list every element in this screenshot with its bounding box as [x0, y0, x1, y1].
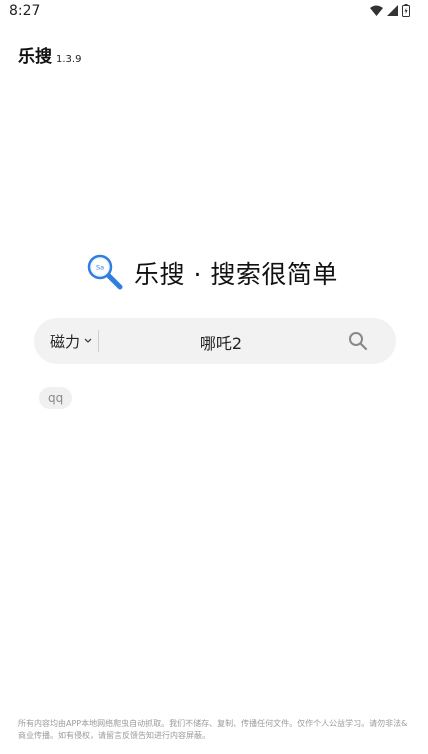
app-version: 1.3.9 [56, 54, 82, 65]
history-chip[interactable]: qq [39, 387, 73, 409]
search-icon[interactable] [348, 331, 368, 351]
search-history: qq [39, 387, 73, 409]
search-divider [98, 330, 99, 352]
status-bar: 8:27 [0, 0, 428, 24]
signal-icon [387, 5, 398, 16]
magnifier-logo-icon: Sa [87, 254, 123, 290]
app-title: 乐搜 [18, 47, 52, 67]
logo-text: Sa [96, 264, 104, 272]
screen: 8:27 乐搜 1.3.9 Sa 乐搜 · 搜索很简单 磁力 哪吒2 qq 所有… [0, 0, 428, 754]
status-time: 8:27 [9, 3, 41, 19]
battery-icon [402, 4, 410, 17]
search-bar: 磁力 [34, 318, 396, 366]
disclaimer-text: 所有内容均由APP本地网络爬虫自动抓取。我们不储存、复制、传播任何文件。仅作个人… [18, 719, 408, 740]
search-input[interactable] [104, 318, 338, 366]
search-mode-select[interactable]: 磁力 [50, 318, 92, 364]
hero-slogan: 乐搜 · 搜索很简单 [134, 260, 338, 289]
app-header: 乐搜 1.3.9 [18, 42, 81, 67]
status-icons [370, 4, 410, 17]
chevron-down-icon [84, 338, 92, 344]
hero: Sa 乐搜 · 搜索很简单 [86, 253, 338, 293]
search-mode-label: 磁力 [50, 332, 81, 351]
wifi-icon [370, 5, 383, 16]
